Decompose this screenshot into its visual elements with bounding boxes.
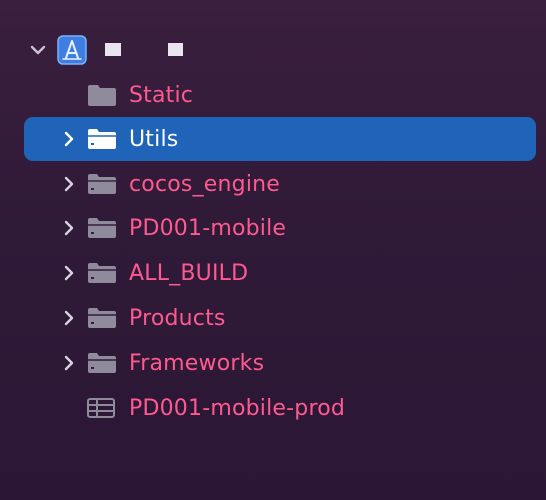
folder-icon <box>86 128 118 154</box>
chevron-right-icon[interactable] <box>61 131 77 147</box>
navigator-item-cocos-engine[interactable]: cocos_engine <box>24 162 536 206</box>
navigator-item-label: PD001-mobile-prod <box>129 395 346 421</box>
navigator-item-products[interactable]: Products <box>24 296 536 340</box>
project-root-row[interactable] <box>30 32 230 68</box>
folder-placeholder-icon <box>86 83 118 111</box>
chevron-right-icon[interactable] <box>61 310 77 326</box>
navigator-item-label: cocos_engine <box>129 171 281 197</box>
navigator-item-pd001-mobile-prod[interactable]: PD001-mobile-prod <box>24 386 536 430</box>
chevron-right-icon[interactable] <box>61 265 77 281</box>
navigator-item-utils[interactable]: Utils <box>24 117 536 161</box>
redacted-block <box>105 43 121 56</box>
navigator-item-label: Utils <box>129 126 179 152</box>
navigator-item-label: Static <box>129 82 194 108</box>
folder-icon <box>86 352 118 378</box>
navigator-item-all-build[interactable]: ALL_BUILD <box>24 251 536 295</box>
navigator-item-static[interactable]: Static <box>24 73 536 117</box>
folder-icon <box>86 173 118 199</box>
project-navigator: Static Utils cocos_engine PD001-mobile A… <box>0 0 546 500</box>
folder-icon <box>86 307 118 333</box>
redacted-block <box>168 43 183 56</box>
navigator-item-label: Frameworks <box>129 350 265 376</box>
navigator-item-label: PD001-mobile <box>129 215 287 241</box>
navigator-item-pd001-mobile[interactable]: PD001-mobile <box>24 206 536 250</box>
folder-icon <box>86 217 118 243</box>
chevron-down-icon[interactable] <box>30 42 46 58</box>
navigator-item-label: ALL_BUILD <box>129 260 249 286</box>
target-table-icon <box>87 398 115 422</box>
folder-icon <box>86 262 118 288</box>
chevron-right-icon[interactable] <box>61 220 77 236</box>
chevron-right-icon[interactable] <box>61 355 77 371</box>
navigator-item-frameworks[interactable]: Frameworks <box>24 341 536 385</box>
chevron-right-icon[interactable] <box>61 176 77 192</box>
xcode-project-icon <box>57 35 87 69</box>
navigator-item-label: Products <box>129 305 226 331</box>
